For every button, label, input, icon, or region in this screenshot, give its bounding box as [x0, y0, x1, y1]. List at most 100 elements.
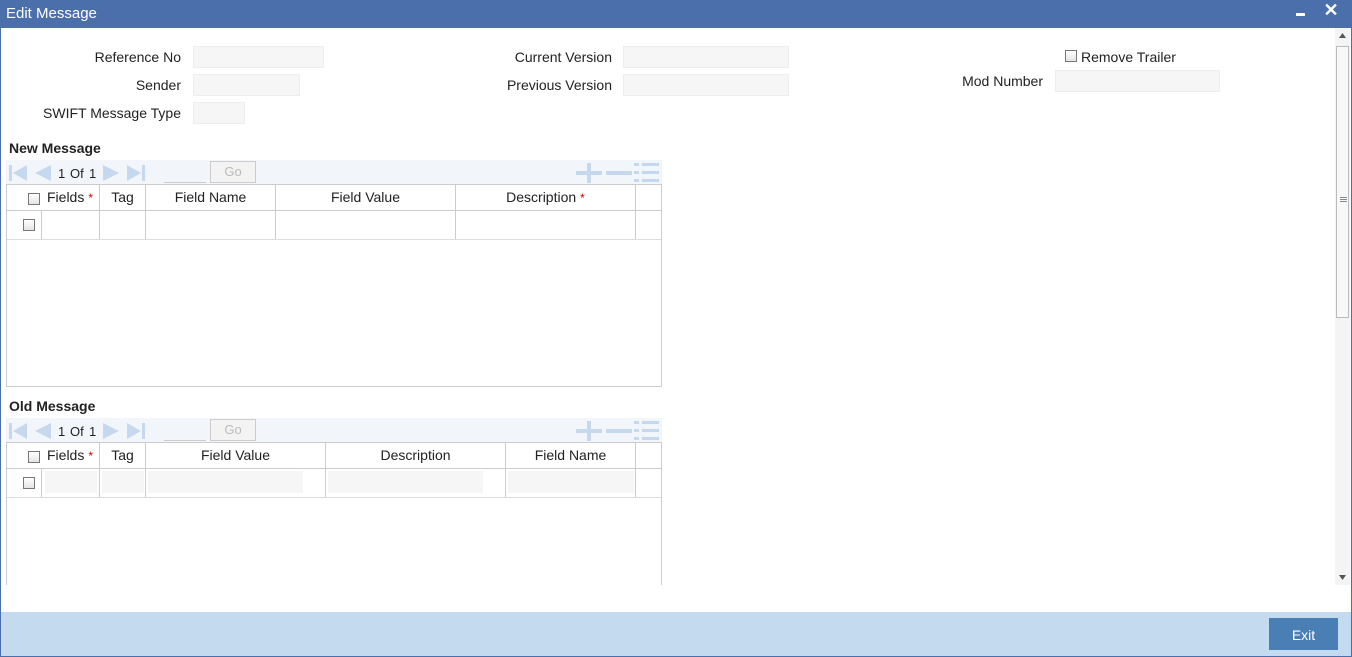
tag-cell[interactable] — [100, 468, 146, 497]
scroll-down-icon[interactable] — [1339, 575, 1346, 580]
description-input[interactable] — [328, 471, 483, 493]
last-page-icon[interactable] — [126, 164, 146, 182]
required-marker: * — [580, 191, 585, 205]
list-view-icon[interactable] — [634, 163, 660, 183]
description-cell[interactable] — [456, 210, 636, 239]
col-tag: Tag — [100, 185, 146, 210]
tag-cell[interactable] — [100, 210, 146, 239]
swift-message-type-input[interactable] — [193, 102, 245, 124]
col-fields-label: Fields — [47, 189, 85, 205]
sender-input[interactable] — [193, 74, 300, 96]
tag-input[interactable] — [102, 471, 144, 493]
table-row — [7, 468, 661, 498]
old-message-title: Old Message — [9, 398, 96, 414]
add-row-icon[interactable] — [576, 421, 602, 441]
col-field-value: Field Value — [276, 185, 456, 210]
spacer-cell — [636, 210, 661, 239]
description-cell[interactable] — [326, 468, 506, 497]
next-page-icon[interactable] — [102, 164, 122, 182]
add-row-icon[interactable] — [576, 163, 602, 183]
previous-version-input[interactable] — [623, 74, 789, 96]
scroll-grip-line — [1340, 199, 1347, 200]
page-total: 1 — [89, 424, 97, 439]
previous-page-icon[interactable] — [32, 164, 52, 182]
page-total: 1 — [89, 166, 97, 181]
list-view-icon[interactable] — [634, 421, 660, 441]
previous-version-label: Previous Version — [506, 77, 612, 93]
col-description: Description * — [456, 185, 636, 210]
minimize-icon — [1296, 13, 1305, 16]
new-message-grid-header: Fields * Tag Field Name Field Value Descr… — [7, 185, 661, 211]
old-message-grid: Fields * Tag Field Value Description Fiel… — [6, 442, 662, 585]
field-name-cell[interactable] — [146, 210, 276, 239]
old-message-grid-header: Fields * Tag Field Value Description Fiel… — [7, 443, 661, 469]
field-name-cell[interactable] — [506, 468, 636, 497]
previous-page-icon[interactable] — [32, 422, 52, 440]
row-select-cell — [7, 210, 42, 239]
select-all-checkbox[interactable] — [28, 193, 40, 205]
page-number-input[interactable] — [164, 420, 206, 441]
exit-button[interactable]: Exit — [1269, 618, 1338, 650]
fields-cell[interactable] — [42, 468, 100, 497]
col-fields-label: Fields — [47, 447, 85, 463]
col-tag: Tag — [100, 443, 146, 468]
col-field-name: Field Name — [146, 185, 276, 210]
page-of-label: Of — [70, 166, 84, 181]
mod-number-input[interactable] — [1055, 70, 1220, 92]
field-value-cell[interactable] — [276, 210, 456, 239]
page-of-label: Of — [70, 424, 84, 439]
current-version-label: Current Version — [514, 49, 612, 65]
reference-no-input[interactable] — [193, 46, 324, 68]
scroll-thumb[interactable] — [1336, 46, 1349, 318]
old-message-toolbar: 1 Of 1 Go — [6, 418, 662, 444]
col-description-label: Description — [506, 189, 577, 205]
window-title: Edit Message — [6, 5, 97, 22]
col-spacer — [636, 443, 661, 468]
new-message-grid: Fields * Tag Field Name Field Value Descr… — [6, 184, 662, 387]
row-checkbox[interactable] — [23, 219, 35, 231]
first-page-icon[interactable] — [8, 164, 28, 182]
scroll-up-icon[interactable] — [1339, 33, 1346, 38]
page-current: 1 — [58, 166, 66, 181]
col-fields: Fields * — [7, 185, 100, 210]
field-name-input[interactable] — [508, 471, 634, 493]
page-current: 1 — [58, 424, 66, 439]
mod-number-label: Mod Number — [962, 73, 1043, 89]
row-select-cell — [7, 468, 42, 497]
col-spacer — [636, 185, 661, 210]
required-marker: * — [88, 191, 94, 205]
fields-input[interactable] — [45, 471, 97, 493]
fields-cell[interactable] — [42, 210, 100, 239]
remove-trailer-checkbox[interactable] — [1065, 50, 1077, 62]
row-checkbox[interactable] — [23, 477, 35, 489]
new-message-title: New Message — [9, 140, 101, 156]
reference-no-label: Reference No — [94, 49, 181, 65]
table-row — [7, 210, 661, 240]
scroll-grip-icon — [1340, 197, 1347, 198]
col-fields: Fields * — [7, 443, 100, 468]
col-field-name: Field Name — [506, 443, 636, 468]
select-all-checkbox[interactable] — [28, 451, 40, 463]
page-number-input[interactable] — [164, 162, 206, 183]
required-marker: * — [88, 449, 94, 463]
go-button[interactable]: Go — [210, 419, 256, 441]
current-version-input[interactable] — [623, 46, 789, 68]
window-titlebar: Edit Message ✕ — [0, 0, 1352, 28]
delete-row-icon[interactable] — [606, 421, 632, 441]
footer-bar: Exit — [1, 612, 1351, 656]
go-button[interactable]: Go — [210, 161, 256, 183]
sender-label: Sender — [135, 77, 181, 93]
minimize-button[interactable] — [1294, 0, 1308, 24]
field-value-cell[interactable] — [146, 468, 326, 497]
col-field-value: Field Value — [146, 443, 326, 468]
delete-row-icon[interactable] — [606, 163, 632, 183]
col-description: Description — [326, 443, 506, 468]
close-icon[interactable]: ✕ — [1322, 1, 1340, 21]
last-page-icon[interactable] — [126, 422, 146, 440]
first-page-icon[interactable] — [8, 422, 28, 440]
swift-message-type-label: SWIFT Message Type — [43, 105, 181, 121]
spacer-cell — [636, 468, 661, 497]
field-value-input[interactable] — [148, 471, 303, 493]
vertical-scrollbar[interactable] — [1335, 28, 1350, 585]
next-page-icon[interactable] — [102, 422, 122, 440]
